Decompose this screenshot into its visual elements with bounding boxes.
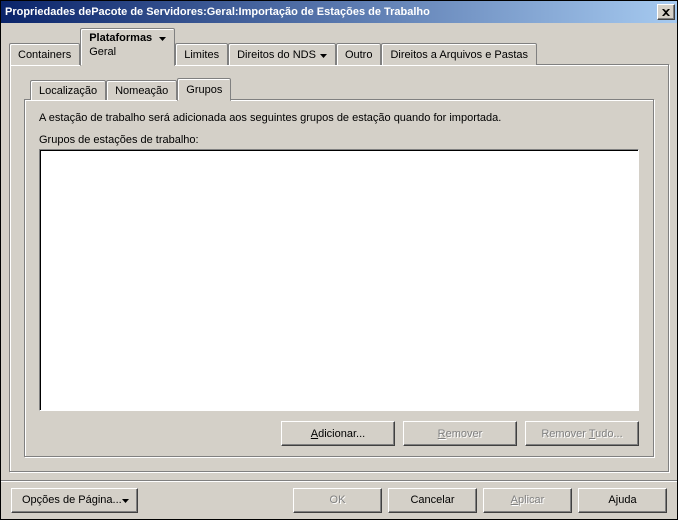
tab-sublabel: Geral: [89, 46, 116, 58]
tab-label: Nomeação: [115, 85, 168, 97]
apply-button[interactable]: Aplicar: [483, 488, 572, 513]
list-label: Grupos de estações de trabalho:: [39, 134, 639, 146]
tab-localizacao[interactable]: Localização: [30, 80, 106, 100]
inner-tab-strip: Localização Nomeação Grupos: [30, 79, 654, 100]
tab-label: Containers: [18, 49, 71, 61]
list-button-row: Adicionar... Remover Remover Tudo...: [39, 421, 639, 446]
button-label: Remover Tudo...: [541, 428, 622, 440]
tab-containers[interactable]: Containers: [9, 43, 80, 65]
tab-label: Grupos: [186, 84, 222, 96]
tab-label: Limites: [184, 49, 219, 61]
button-label: Adicionar...: [311, 428, 365, 440]
button-label: Ajuda: [608, 494, 636, 506]
tab-direitos-arquivos[interactable]: Direitos a Arquivos e Pastas: [381, 43, 537, 65]
remove-button[interactable]: Remover: [403, 421, 517, 446]
tab-label: Plataformas: [89, 32, 152, 44]
tab-direitos-nds[interactable]: Direitos do NDS: [228, 43, 336, 65]
chevron-down-icon: [159, 32, 166, 44]
dialog-footer: Opções de Página... OK Cancelar Aplicar …: [1, 480, 677, 519]
button-label: Opções de Página...: [22, 494, 122, 506]
cancel-button[interactable]: Cancelar: [388, 488, 477, 513]
page-options-button[interactable]: Opções de Página...: [11, 488, 138, 513]
groups-listbox[interactable]: [39, 149, 639, 411]
add-button[interactable]: Adicionar...: [281, 421, 395, 446]
tab-label: Outro: [345, 49, 373, 61]
tab-limites[interactable]: Limites: [175, 43, 228, 65]
chevron-down-icon: [320, 49, 327, 61]
button-label: Cancelar: [410, 494, 454, 506]
footer-right-buttons: OK Cancelar Aplicar Ajuda: [293, 488, 667, 513]
close-icon: [662, 9, 670, 16]
top-tab-strip: Containers Plataformas Geral Limites Dir…: [9, 29, 669, 65]
panel-description: A estação de trabalho será adicionada ao…: [39, 112, 639, 124]
tab-label: Direitos do NDS: [237, 49, 316, 61]
window-title: Propriedades dePacote de Servidores:Gera…: [5, 6, 430, 18]
grupos-panel: A estação de trabalho será adicionada ao…: [24, 99, 654, 457]
main-panel: Localização Nomeação Grupos A estação de…: [9, 64, 669, 472]
ok-button[interactable]: OK: [293, 488, 382, 513]
titlebar: Propriedades dePacote de Servidores:Gera…: [1, 1, 677, 23]
button-label: Aplicar: [511, 494, 545, 506]
button-label: Remover: [438, 428, 483, 440]
remove-all-button[interactable]: Remover Tudo...: [525, 421, 639, 446]
dialog-content: Containers Plataformas Geral Limites Dir…: [1, 23, 677, 480]
tab-label: Direitos a Arquivos e Pastas: [390, 49, 528, 61]
tab-outro[interactable]: Outro: [336, 43, 382, 65]
tab-plataformas[interactable]: Plataformas Geral: [80, 28, 175, 66]
tab-label: Localização: [39, 85, 97, 97]
close-button[interactable]: [657, 4, 675, 20]
tab-nomeacao[interactable]: Nomeação: [106, 80, 177, 100]
chevron-down-icon: [122, 494, 129, 506]
dialog-window: Propriedades dePacote de Servidores:Gera…: [0, 0, 678, 520]
button-label: OK: [330, 494, 346, 506]
tab-grupos[interactable]: Grupos: [177, 78, 231, 101]
help-button[interactable]: Ajuda: [578, 488, 667, 513]
